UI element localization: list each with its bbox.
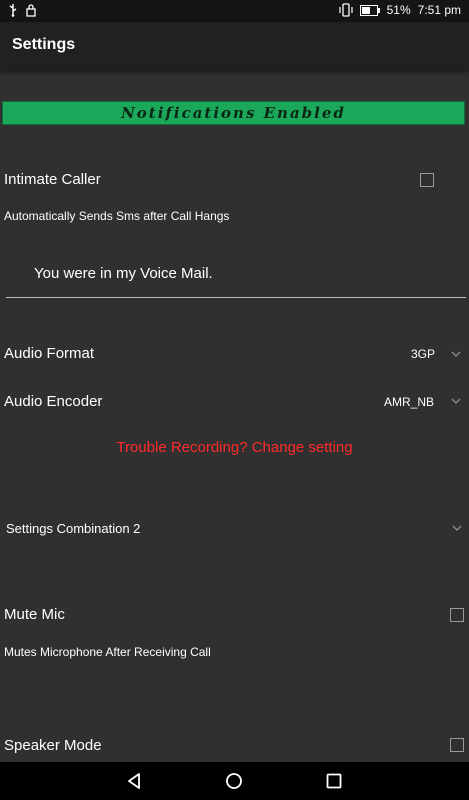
chevron-down-icon[interactable] [452,523,462,533]
mute-mic-description: Mutes Microphone After Receiving Call [4,645,211,659]
chevron-down-icon[interactable] [451,349,461,359]
page-title: Settings [12,36,76,53]
message-input-underline [6,297,466,298]
intimate-caller-checkbox[interactable] [420,173,434,187]
chevron-down-icon[interactable] [451,396,461,406]
home-icon[interactable] [224,771,244,791]
intimate-caller-title: Intimate Caller [4,171,101,188]
mute-mic-checkbox[interactable] [450,608,464,622]
audio-format-value[interactable]: 3GP [411,347,435,361]
trouble-recording-link[interactable]: Trouble Recording? Change setting [0,439,469,456]
settings-combination-value[interactable]: Settings Combination 2 [6,521,140,536]
speaker-mode-checkbox[interactable] [450,738,464,752]
status-right: 51% 7:51 pm [339,3,461,17]
audio-encoder-label: Audio Encoder [4,393,103,410]
vibrate-icon [339,3,353,17]
battery-percent: 51% [386,3,411,17]
notifications-banner[interactable]: Notifications Enabled [2,101,465,125]
audio-format-label: Audio Format [4,345,95,362]
recents-icon[interactable] [324,771,344,791]
intimate-caller-description: Automatically Sends Sms after Call Hangs [4,209,230,223]
app-bar: Settings [0,22,469,70]
battery-icon [359,4,380,16]
lock-icon [26,3,36,17]
speaker-mode-title: Speaker Mode [4,737,102,754]
status-left-icons [8,3,36,17]
back-icon[interactable] [124,771,144,791]
voicemail-message-input[interactable]: You were in my Voice Mail. [34,265,213,282]
usb-icon [9,4,17,17]
banner-text: Notifications Enabled [121,104,346,122]
status-bar: 51% 7:51 pm [0,0,469,22]
clock: 7:51 pm [417,3,461,17]
mute-mic-title: Mute Mic [4,606,65,623]
navigation-bar [0,762,469,800]
audio-encoder-value[interactable]: AMR_NB [384,395,434,409]
